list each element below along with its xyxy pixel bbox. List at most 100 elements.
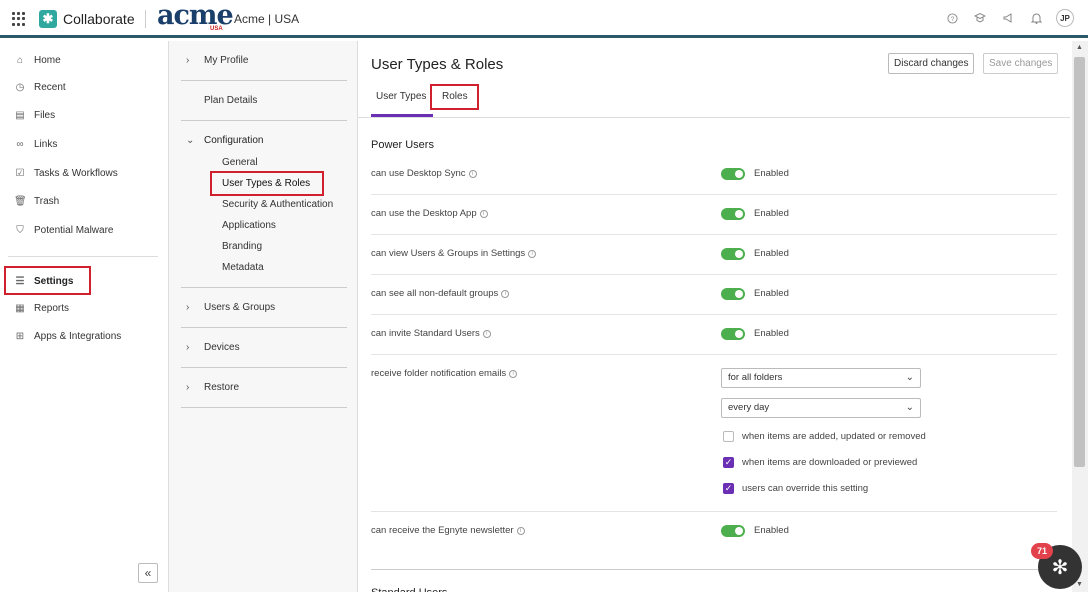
permission-text: can view Users & Groups in Settings: [371, 248, 526, 259]
nav-recent[interactable]: ◷ Recent: [14, 78, 66, 96]
help-icon[interactable]: ?: [944, 10, 960, 26]
chevron-down-icon: ⌄: [905, 402, 914, 413]
config-metadata[interactable]: Metadata: [222, 262, 264, 273]
collaborate-logo-icon: ✱: [39, 10, 57, 28]
permission-label: can use the Desktop App i: [371, 208, 488, 219]
permission-label: can see all non-default groups i: [371, 288, 510, 299]
frequency-select[interactable]: every day ⌄: [721, 398, 921, 418]
settings-users-groups[interactable]: Users & Groups: [204, 302, 275, 313]
settings-divider: [181, 367, 347, 368]
app-launcher-icon[interactable]: [12, 12, 26, 26]
toggle-label: Enabled: [754, 525, 789, 536]
row-divider: [371, 274, 1057, 275]
folders-select[interactable]: for all folders ⌄: [721, 368, 921, 388]
check-icon: ✓: [724, 483, 733, 493]
settings-devices[interactable]: Devices: [204, 342, 240, 353]
tasks-icon: ☑: [15, 167, 25, 179]
info-icon[interactable]: i: [516, 526, 525, 535]
settings-divider: [181, 287, 347, 288]
checkbox-users-override[interactable]: ✓: [723, 483, 734, 494]
checkbox-label: when items are downloaded or previewed: [742, 457, 918, 468]
learn-icon[interactable]: [972, 10, 988, 26]
nav-label: Tasks & Workflows: [34, 167, 118, 179]
nav-potential-malware[interactable]: ⛉ Potential Malware: [14, 221, 113, 239]
settings-configuration[interactable]: Configuration: [204, 135, 263, 146]
app-name: Collaborate: [63, 11, 135, 27]
settings-plan-details[interactable]: Plan Details: [204, 95, 257, 106]
nav-reports[interactable]: ▦ Reports: [14, 299, 69, 317]
checkbox-label: when items are added, updated or removed: [742, 431, 926, 442]
settings-divider: [181, 407, 347, 408]
announce-icon[interactable]: [1000, 10, 1016, 26]
roles-highlight-box: [430, 84, 479, 110]
scroll-down-icon[interactable]: ▼: [1076, 581, 1083, 588]
shield-icon: ⛉: [16, 224, 24, 236]
reports-icon: ▦: [15, 302, 25, 314]
chevron-down-icon: ⌄: [186, 135, 195, 146]
info-icon[interactable]: i: [509, 369, 518, 378]
row-divider: [371, 234, 1057, 235]
collapse-sidebar-button[interactable]: «: [138, 563, 158, 583]
toggle-label: Enabled: [754, 328, 789, 339]
nav-label: Files: [34, 109, 56, 121]
chevron-right-icon: ›: [186, 382, 190, 393]
nav-files[interactable]: ▤ Files: [14, 106, 55, 124]
nav-trash[interactable]: 🗑 Trash: [14, 192, 59, 210]
section-title: Power Users: [371, 139, 434, 151]
settings-divider: [181, 327, 347, 328]
config-general[interactable]: General: [222, 157, 258, 168]
nav-apps-integrations[interactable]: ⊞ Apps & Integrations: [14, 327, 121, 345]
toggle-desktop-sync[interactable]: [721, 168, 745, 180]
discard-changes-button[interactable]: Discard changes: [888, 53, 975, 74]
scrollbar[interactable]: ▲ ▼: [1072, 41, 1088, 592]
chevron-right-icon: ›: [186, 342, 190, 353]
nav-tasks-workflows[interactable]: ☑ Tasks & Workflows: [14, 164, 118, 182]
permission-text: can invite Standard Users: [371, 328, 480, 339]
permission-text: receive folder notification emails: [371, 368, 507, 379]
toggle-view-users-groups[interactable]: [721, 248, 745, 260]
checkbox-items-added[interactable]: [723, 431, 734, 442]
info-icon[interactable]: i: [528, 249, 537, 258]
egnyte-logo-icon: ✻: [1051, 556, 1069, 579]
toggle-non-default-groups[interactable]: [721, 288, 745, 300]
nav-home[interactable]: ⌂ Home: [14, 51, 61, 69]
tab-user-types[interactable]: User Types: [376, 91, 426, 102]
top-bar: ✱ Collaborate acme USA Acme | USA ? JP: [0, 0, 1088, 38]
header-actions: ? JP: [944, 9, 1074, 27]
toggle-newsletter[interactable]: [721, 525, 745, 537]
user-avatar[interactable]: JP: [1056, 9, 1074, 27]
scroll-thumb[interactable]: [1074, 57, 1085, 467]
nav-label: Reports: [34, 302, 70, 314]
toggle-desktop-app[interactable]: [721, 208, 745, 220]
settings-menu: › My Profile Plan Details ⌄ Configuratio…: [169, 41, 358, 592]
files-icon: ▤: [15, 109, 25, 121]
chevron-down-icon: ⌄: [905, 372, 914, 383]
nav-label: Potential Malware: [34, 224, 114, 236]
row-divider: [371, 511, 1057, 512]
double-chevron-left-icon: «: [144, 566, 152, 580]
config-security-authentication[interactable]: Security & Authentication: [222, 199, 333, 210]
check-icon: ✓: [724, 457, 733, 467]
bell-icon[interactable]: [1028, 10, 1044, 26]
toggle-invite-standard-users[interactable]: [721, 328, 745, 340]
permission-label: can receive the Egnyte newsletter i: [371, 525, 525, 536]
checkbox-items-downloaded[interactable]: ✓: [723, 457, 734, 468]
info-icon[interactable]: i: [468, 169, 477, 178]
page-title: User Types & Roles: [371, 56, 504, 73]
section-divider: [371, 569, 1083, 570]
user-types-highlight-box: [210, 171, 324, 196]
settings-divider: [181, 120, 347, 121]
config-branding[interactable]: Branding: [222, 241, 262, 252]
info-icon[interactable]: i: [479, 209, 488, 218]
settings-restore[interactable]: Restore: [204, 382, 239, 393]
config-applications[interactable]: Applications: [222, 220, 276, 231]
info-icon[interactable]: i: [501, 289, 510, 298]
brand-label: Acme | USA: [234, 12, 300, 26]
info-icon[interactable]: i: [482, 329, 491, 338]
nav-links[interactable]: ∞ Links: [14, 135, 57, 153]
settings-my-profile[interactable]: My Profile: [204, 55, 248, 66]
scroll-up-icon[interactable]: ▲: [1076, 44, 1083, 51]
next-section-title: Standard Users: [371, 587, 447, 592]
toggle-label: Enabled: [754, 248, 789, 259]
save-changes-button[interactable]: Save changes: [983, 53, 1059, 74]
